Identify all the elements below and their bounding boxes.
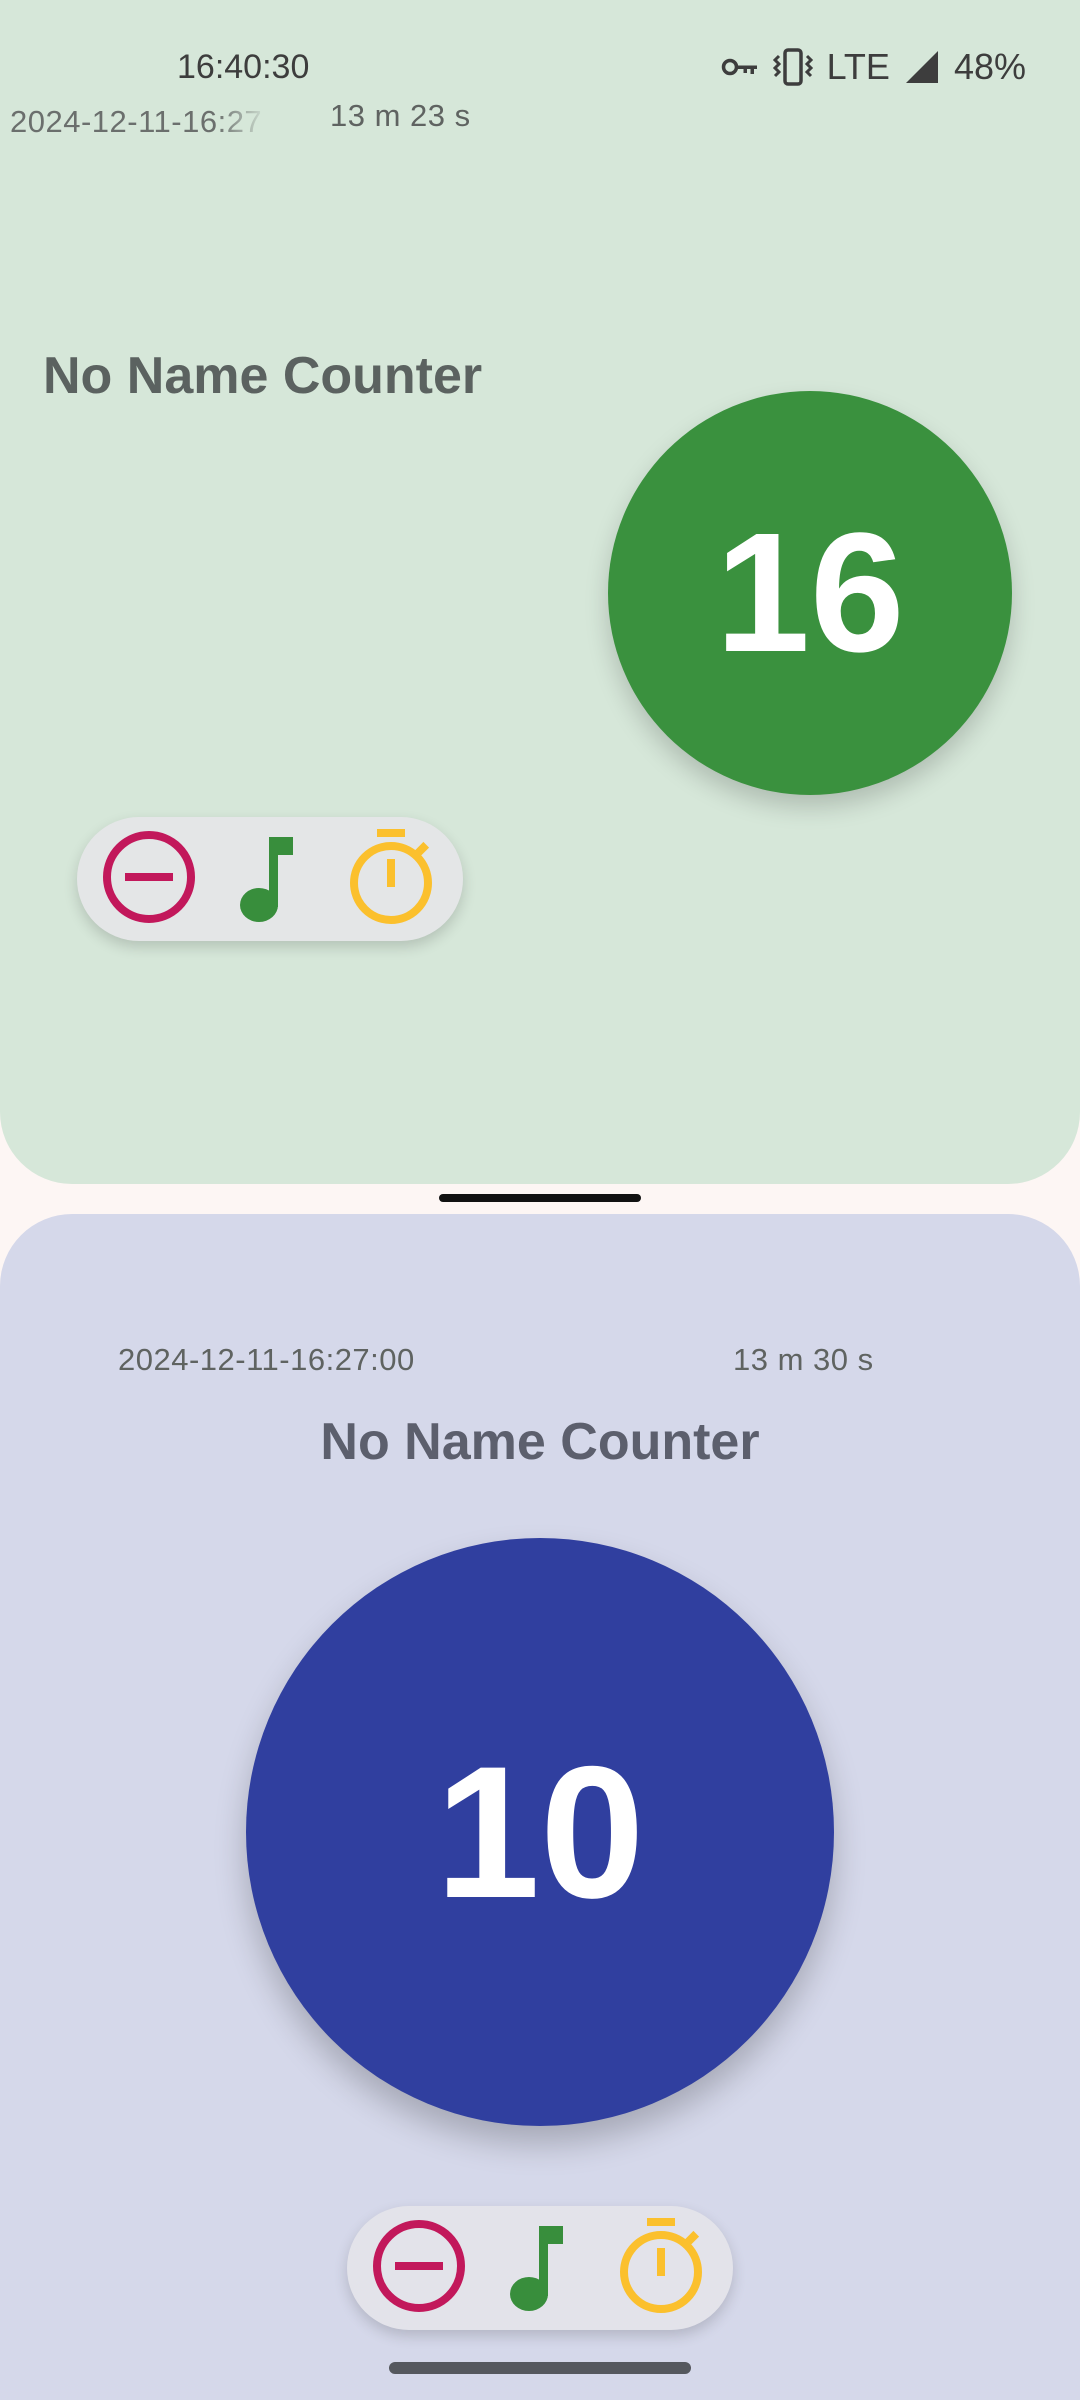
counter-name[interactable]: No Name Counter: [0, 1412, 1080, 1472]
counter-toolbar: [77, 817, 463, 941]
sound-toggle-button[interactable]: [488, 2216, 592, 2320]
music-note-icon: [505, 2216, 575, 2321]
status-icons: LTE 48%: [721, 46, 1026, 88]
decrement-button[interactable]: [367, 2216, 471, 2320]
stopwatch-icon: [345, 827, 437, 932]
decrement-button[interactable]: [97, 827, 201, 931]
timer-button[interactable]: [609, 2216, 713, 2320]
stopwatch-icon: [615, 2216, 707, 2321]
signal-icon: [904, 49, 940, 85]
vpn-key-icon: [721, 56, 759, 78]
counter-increment-button[interactable]: 16: [608, 391, 1012, 795]
vibrate-icon: [772, 48, 813, 86]
music-note-icon: [235, 827, 305, 932]
sound-toggle-button[interactable]: [218, 827, 322, 931]
bottom-counter-pane: 2024-12-11-16:27:00 13 m 30 s No Name Co…: [0, 1214, 1080, 2400]
minus-circle-icon: [101, 829, 197, 930]
counter-value: 10: [435, 1727, 645, 1937]
split-screen-divider[interactable]: [439, 1194, 641, 1202]
status-time: 16:40:30: [177, 48, 310, 86]
battery-level: 48%: [953, 46, 1026, 87]
counter-value: 16: [715, 498, 905, 688]
counter-start-date: 2024-12-11-16:27: [10, 104, 263, 139]
counter-elapsed-time: 13 m 30 s: [733, 1342, 874, 1377]
counter-increment-button[interactable]: 10: [246, 1538, 834, 2126]
counter-name[interactable]: No Name Counter: [43, 346, 482, 406]
counter-toolbar: [347, 2206, 733, 2330]
minus-circle-icon: [371, 2218, 467, 2319]
top-counter-pane: 16:40:30 LTE 48% 2024-12-11-16:27 13 m 2…: [0, 0, 1080, 1184]
timer-button[interactable]: [339, 827, 443, 931]
counter-start-date: 2024-12-11-16:27:00: [118, 1342, 415, 1377]
counter-elapsed-time: 13 m 23 s: [330, 98, 471, 133]
network-type: LTE: [826, 46, 890, 87]
gesture-navigation-bar[interactable]: [389, 2362, 691, 2374]
